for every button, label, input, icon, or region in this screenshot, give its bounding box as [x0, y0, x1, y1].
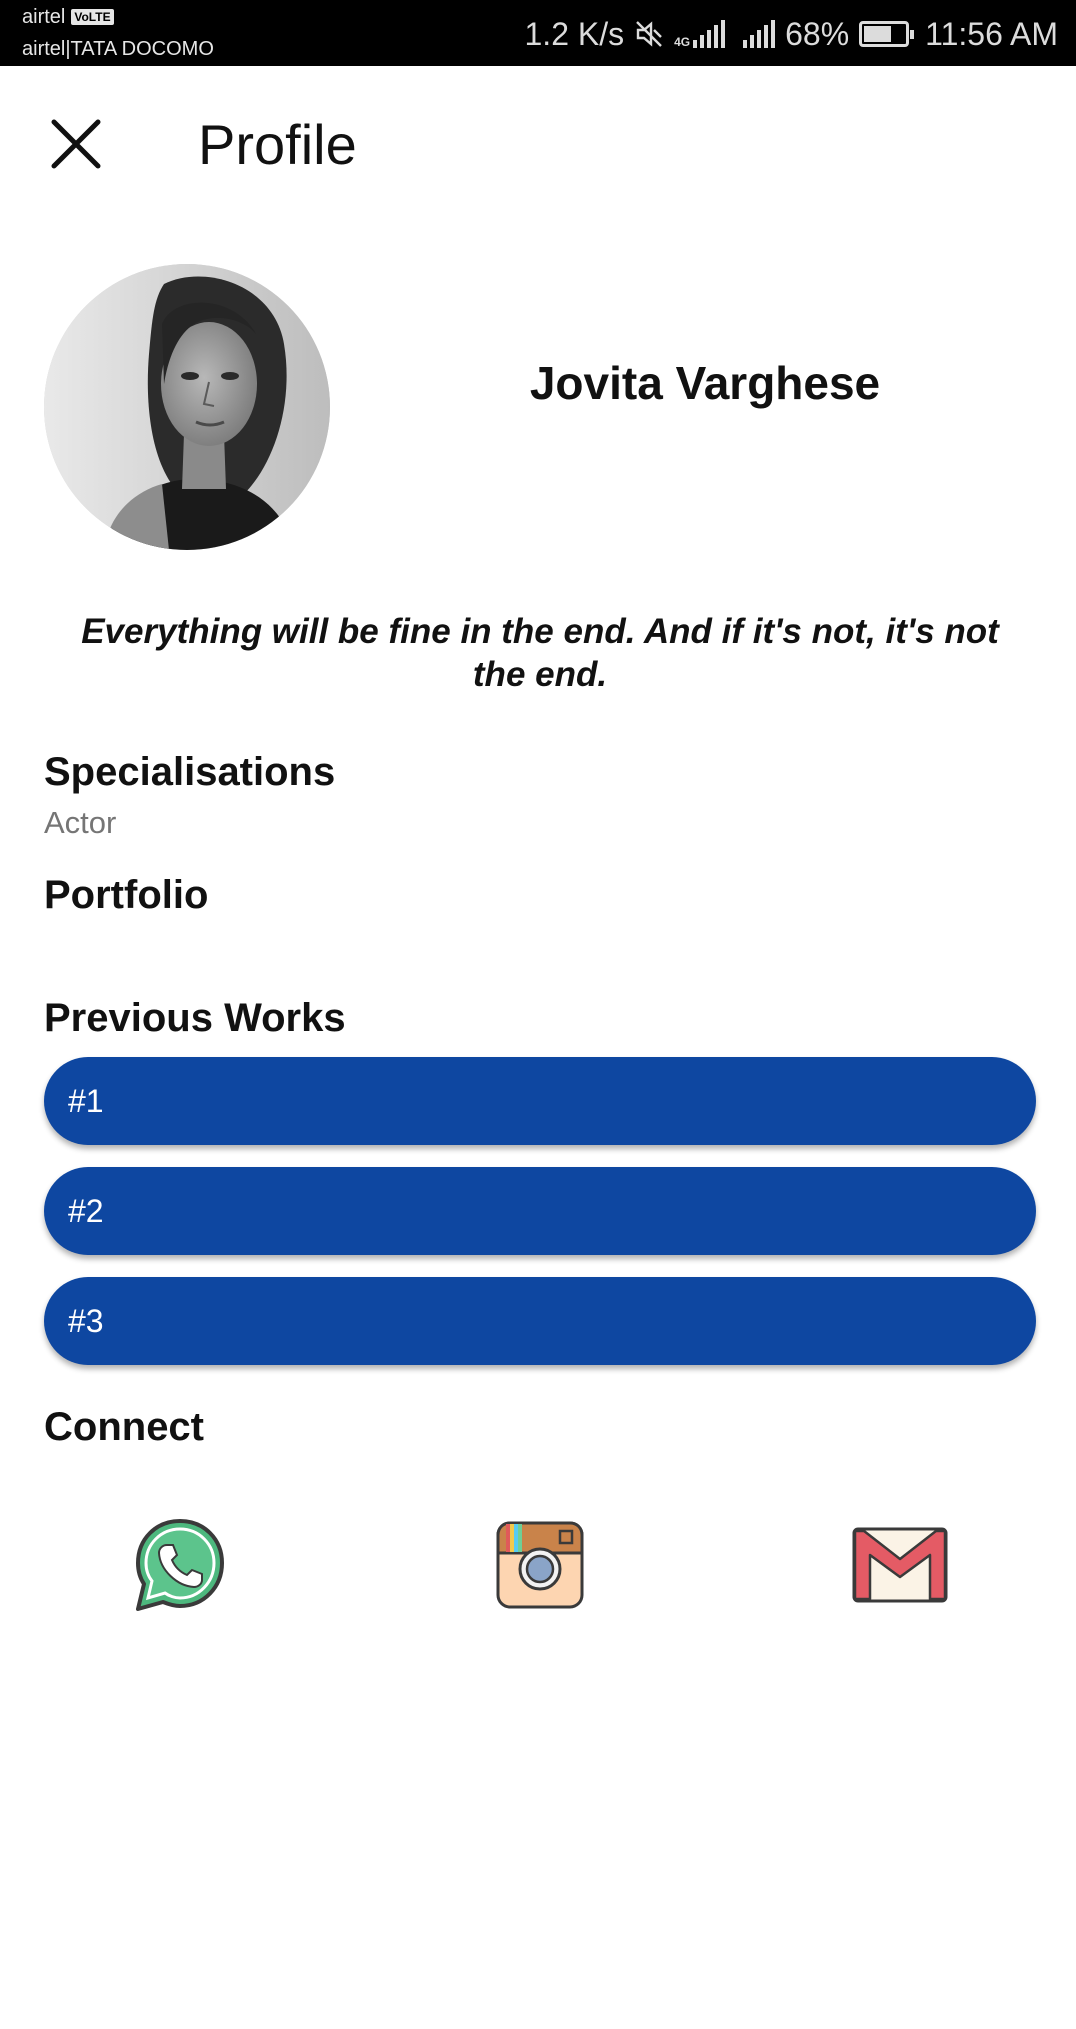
- avatar: [44, 264, 330, 550]
- network-type: 4G: [674, 35, 691, 49]
- battery-percent: 68%: [785, 15, 850, 52]
- battery-fill: [864, 26, 892, 42]
- signal-4g: 4G: [674, 20, 726, 49]
- connect-heading: Connect: [44, 1405, 204, 1449]
- gmail-icon: [852, 1527, 948, 1603]
- profile-photo: [44, 264, 330, 550]
- volte-badge: VoLTE: [71, 9, 114, 25]
- status-indicators: 1.2 K/s 4G 68% 11:56 AM: [525, 14, 1059, 54]
- previous-work-button-1[interactable]: #1: [44, 1057, 1036, 1145]
- carrier-primary: airtel VoLTE: [22, 6, 114, 29]
- previous-works-heading: Previous Works: [44, 996, 346, 1040]
- instagram-icon: [496, 1521, 584, 1609]
- previous-work-button-3[interactable]: #3: [44, 1277, 1036, 1365]
- whatsapp-button[interactable]: [130, 1515, 230, 1615]
- signal-strength-icon: [693, 20, 726, 48]
- specialisation-value: Actor: [44, 805, 117, 840]
- battery-icon: [859, 21, 915, 47]
- portfolio-heading: Portfolio: [44, 873, 209, 917]
- signal-strength-icon-2: [743, 20, 776, 48]
- whatsapp-icon: [136, 1519, 224, 1611]
- profile-screen: airtel VoLTE airtel|TATA DOCOMO 1.2 K/s 4…: [0, 0, 1076, 2029]
- gmail-button[interactable]: [850, 1515, 950, 1615]
- specialisations-heading: Specialisations: [44, 750, 336, 794]
- close-button[interactable]: [44, 112, 108, 176]
- profile-quote: Everything will be fine in the end. And …: [81, 612, 999, 694]
- network-speed: 1.2 K/s: [524, 15, 625, 52]
- close-icon: [51, 119, 101, 169]
- page-title: Profile: [198, 113, 357, 176]
- clock: 11:56 AM: [925, 15, 1058, 52]
- mute-icon: [636, 21, 662, 47]
- previous-work-button-2[interactable]: #2: [44, 1167, 1036, 1255]
- carrier-secondary: airtel|TATA DOCOMO: [22, 38, 214, 60]
- carrier-primary-label: airtel: [22, 6, 66, 28]
- instagram-button[interactable]: [490, 1515, 590, 1615]
- status-bar: airtel VoLTE airtel|TATA DOCOMO 1.2 K/s 4…: [0, 0, 1076, 66]
- profile-name: Jovita Varghese: [529, 357, 881, 409]
